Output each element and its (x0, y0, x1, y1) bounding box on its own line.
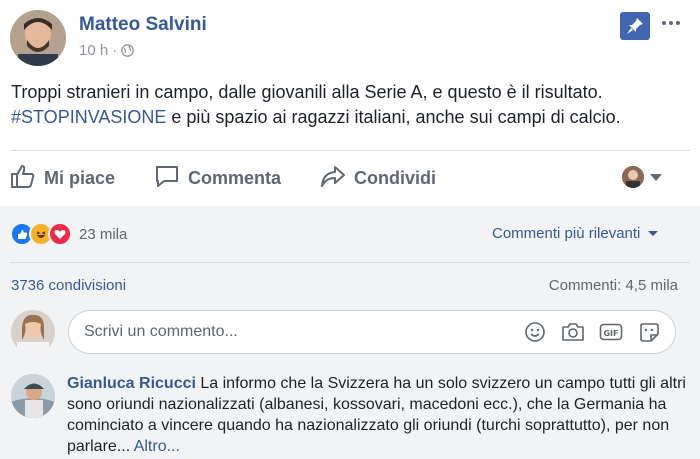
hashtag-link[interactable]: #STOPINVASIONE (11, 107, 166, 127)
composer-tools: GIF (523, 321, 661, 343)
commenter-avatar[interactable] (11, 374, 55, 418)
globe-icon[interactable] (121, 44, 135, 57)
comment-icon (154, 164, 180, 193)
comment-input[interactable]: Scrivi un commento... GIF (68, 310, 676, 354)
comments-sort-dropdown[interactable]: Commenti più rilevanti (492, 225, 659, 242)
gif-icon[interactable]: GIF (599, 321, 623, 343)
divider (10, 262, 690, 263)
comment-button[interactable]: Commenta (154, 164, 281, 193)
comment-label: Commenta (188, 168, 282, 188)
author-name[interactable]: Matteo Salvini (79, 14, 207, 36)
pin-icon[interactable] (620, 12, 650, 40)
meta-separator: · (112, 42, 118, 59)
post-time[interactable]: 10 h (79, 42, 108, 59)
post-text-intro: Troppi stranieri in campo, dalle giovani… (11, 82, 603, 102)
comment-body: Gianluca Ricucci La informo che la Svizz… (67, 373, 687, 457)
emoji-icon[interactable] (523, 321, 547, 343)
current-user-avatar[interactable] (11, 310, 55, 354)
viewer-selector[interactable] (622, 166, 662, 188)
sticker-icon[interactable] (637, 321, 661, 343)
share-label: Condividi (354, 168, 436, 188)
post-text: Troppi stranieri in campo, dalle giovani… (11, 80, 691, 130)
comments-count: Commenti: 4,5 mila (548, 277, 678, 294)
see-more-link[interactable]: Altro... (134, 438, 180, 455)
like-button[interactable]: Mi piace (10, 164, 115, 193)
chevron-down-icon (650, 173, 662, 181)
commenter-name[interactable]: Gianluca Ricucci (67, 375, 196, 392)
caret-down-icon (648, 231, 659, 236)
viewer-avatar (622, 166, 644, 188)
post-text-rest: e più spazio ai ragazzi italiani, anche … (166, 107, 621, 127)
camera-icon[interactable] (561, 321, 585, 343)
like-label: Mi piace (44, 168, 116, 188)
sort-label: Commenti più rilevanti (492, 225, 641, 242)
post-card: Matteo Salvini 10 h · Troppi stranieri i… (0, 0, 700, 459)
comment-placeholder: Scrivi un commento... (84, 323, 238, 340)
shares-count[interactable]: 3736 condivisioni (11, 277, 126, 294)
more-icon[interactable] (659, 12, 683, 34)
reactions-summary[interactable]: 23 mila (10, 222, 127, 246)
svg-text:GIF: GIF (603, 329, 618, 338)
like-icon (10, 164, 36, 193)
love-reaction-icon (48, 222, 72, 246)
action-bar: Mi piace Commenta Condividi (0, 150, 700, 206)
share-icon (320, 164, 346, 193)
share-button[interactable]: Condividi (320, 164, 436, 193)
author-avatar[interactable] (10, 10, 66, 66)
post-meta: 10 h · (79, 42, 135, 59)
reactions-count: 23 mila (79, 225, 128, 243)
